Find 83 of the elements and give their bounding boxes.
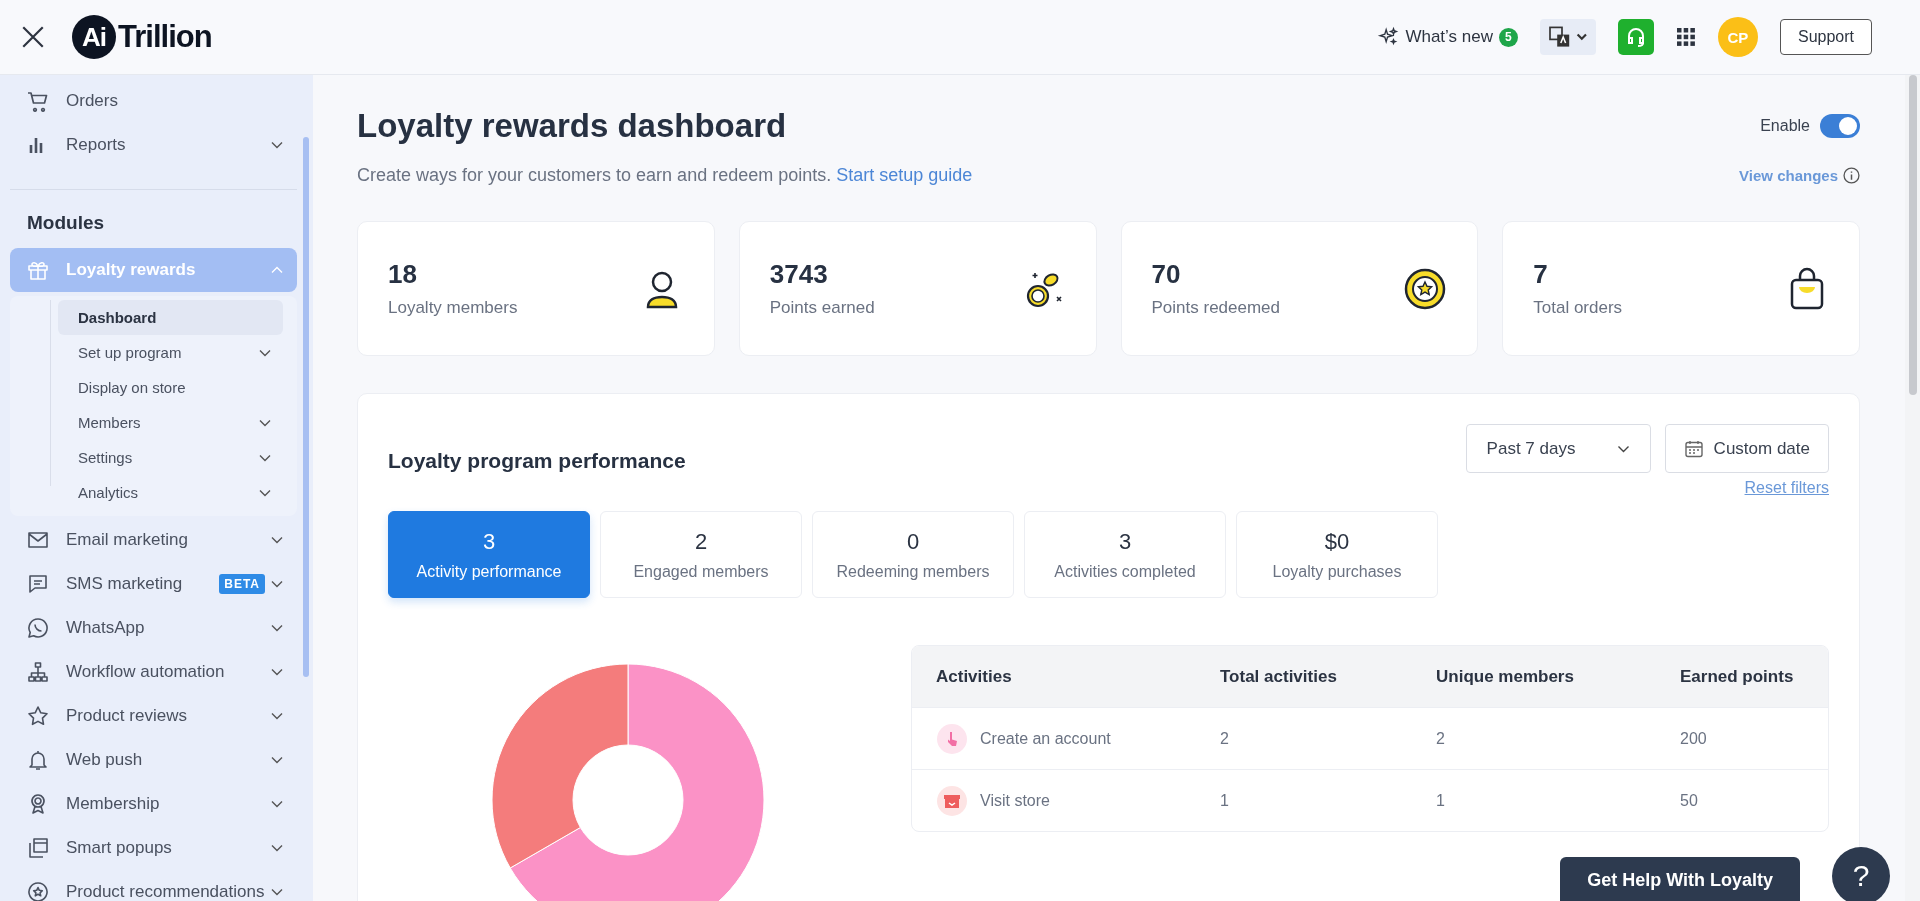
table-cell: Visit store: [980, 791, 1050, 810]
table-cell-text: 200: [1680, 729, 1708, 748]
nav-icon: [26, 880, 50, 901]
chevron-icon: [1616, 444, 1630, 453]
metric-tab[interactable]: 2 Engaged members: [600, 511, 802, 598]
sidebar-item[interactable]: Membership: [10, 782, 297, 826]
section-title: Loyalty program performance: [388, 449, 686, 473]
nav-icon: [26, 89, 50, 113]
table-cell-text: 1: [1220, 791, 1230, 810]
stat-label: Points redeemed: [1151, 298, 1281, 318]
sidebar-item[interactable]: Orders: [10, 79, 297, 123]
stat-value: 7: [1533, 259, 1549, 290]
page-subtitle: Create ways for your customers to earn and redeem points. Start setup guide: [357, 165, 973, 186]
info-icon[interactable]: [1843, 167, 1860, 184]
submenu-item[interactable]: Dashboard: [58, 300, 283, 335]
help-circle-button[interactable]: ?: [1832, 847, 1890, 901]
submenu-item[interactable]: Members: [58, 405, 283, 440]
sidebar-item[interactable]: Email marketing: [10, 518, 297, 562]
table-cell-text: 1: [1436, 791, 1446, 810]
metric-tab[interactable]: 3 Activity performance: [388, 511, 590, 598]
whats-new-button[interactable]: What’s new 5: [1377, 26, 1518, 48]
scrollbar-thumb[interactable]: [303, 137, 309, 677]
chevron-icon: [271, 141, 283, 149]
section-title: Modules: [26, 211, 106, 235]
count-badge: 5: [1498, 27, 1518, 47]
stat-label: Total orders: [1533, 298, 1623, 318]
enable-label: Enable: [1760, 117, 1810, 135]
sidebar-item[interactable]: Product reviews: [10, 694, 297, 738]
nav-icon: [26, 616, 50, 640]
scrollbar-thumb[interactable]: [1909, 75, 1917, 395]
calendar-icon: [1683, 438, 1704, 459]
sparkle-icon: [1377, 26, 1400, 48]
pointing-hand-icon: [936, 722, 968, 755]
table-cell-text: 50: [1680, 791, 1699, 810]
column-header: Total activities: [1220, 666, 1338, 687]
chevron-icon: [259, 453, 271, 462]
table-cell-text: 2: [1220, 729, 1230, 748]
submenu-item[interactable]: Analytics: [58, 475, 283, 510]
chevron-icon: [259, 348, 271, 357]
custom-date-button[interactable]: Custom date: [1664, 424, 1829, 473]
metric-tab[interactable]: 3 Activities completed: [1024, 511, 1226, 598]
headset-button[interactable]: [1617, 19, 1654, 55]
close-icon[interactable]: [20, 24, 46, 50]
chevron-icon: [259, 488, 271, 497]
column-header: Unique members: [1436, 666, 1575, 687]
logo-mark: Ai: [72, 15, 116, 59]
stat-label: Points earned: [769, 298, 875, 318]
help-button[interactable]: Get Help With Loyalty: [1560, 857, 1800, 901]
period-dropdown[interactable]: Past 7 days: [1465, 424, 1651, 473]
chevron-icon: [259, 418, 271, 427]
column-header: Activities: [936, 666, 1013, 687]
stat-value: 18: [388, 259, 418, 290]
translate-button[interactable]: [1539, 19, 1596, 55]
nav-icon: [26, 836, 50, 860]
enable-toggle[interactable]: [1820, 114, 1860, 138]
metric-tab[interactable]: $0 Loyalty purchases: [1236, 511, 1438, 598]
sidebar-item[interactable]: Smart popups: [10, 826, 297, 870]
sidebar-item[interactable]: SMS marketing BETA: [10, 562, 297, 606]
nav-icon: [26, 572, 50, 596]
stat-value: 70: [1151, 259, 1182, 290]
page-title: Loyalty rewards dashboard: [357, 107, 787, 145]
sidebar-item[interactable]: Reports: [10, 123, 297, 167]
table-cell-text: 2: [1436, 729, 1446, 748]
column-header: Earned points: [1680, 666, 1795, 687]
stat-label: Loyalty members: [388, 298, 518, 318]
storefront-icon: [936, 784, 968, 817]
submenu-item[interactable]: Set up program: [58, 335, 283, 370]
table-cell: Create an account: [980, 729, 1111, 748]
sidebar-item[interactable]: Product recommendations: [10, 870, 297, 901]
submenu-item[interactable]: Settings: [58, 440, 283, 475]
sidebar-item[interactable]: Web push: [10, 738, 297, 782]
beta-badge: BETA: [219, 574, 265, 594]
nav-icon: [26, 704, 50, 728]
sidebar-item[interactable]: Workflow automation: [10, 650, 297, 694]
sidebar-item[interactable]: WhatsApp: [10, 606, 297, 650]
metric-tab[interactable]: 0 Redeeming members: [812, 511, 1014, 598]
stat-value: 3743: [769, 259, 829, 290]
support-button[interactable]: Support: [1779, 19, 1872, 55]
submenu-item[interactable]: Display on store: [58, 370, 283, 405]
nav-icon: [26, 748, 50, 772]
logo-text: Trillion: [118, 19, 212, 55]
apps-grid-icon[interactable]: [1675, 27, 1696, 47]
nav-icon: [26, 660, 50, 684]
